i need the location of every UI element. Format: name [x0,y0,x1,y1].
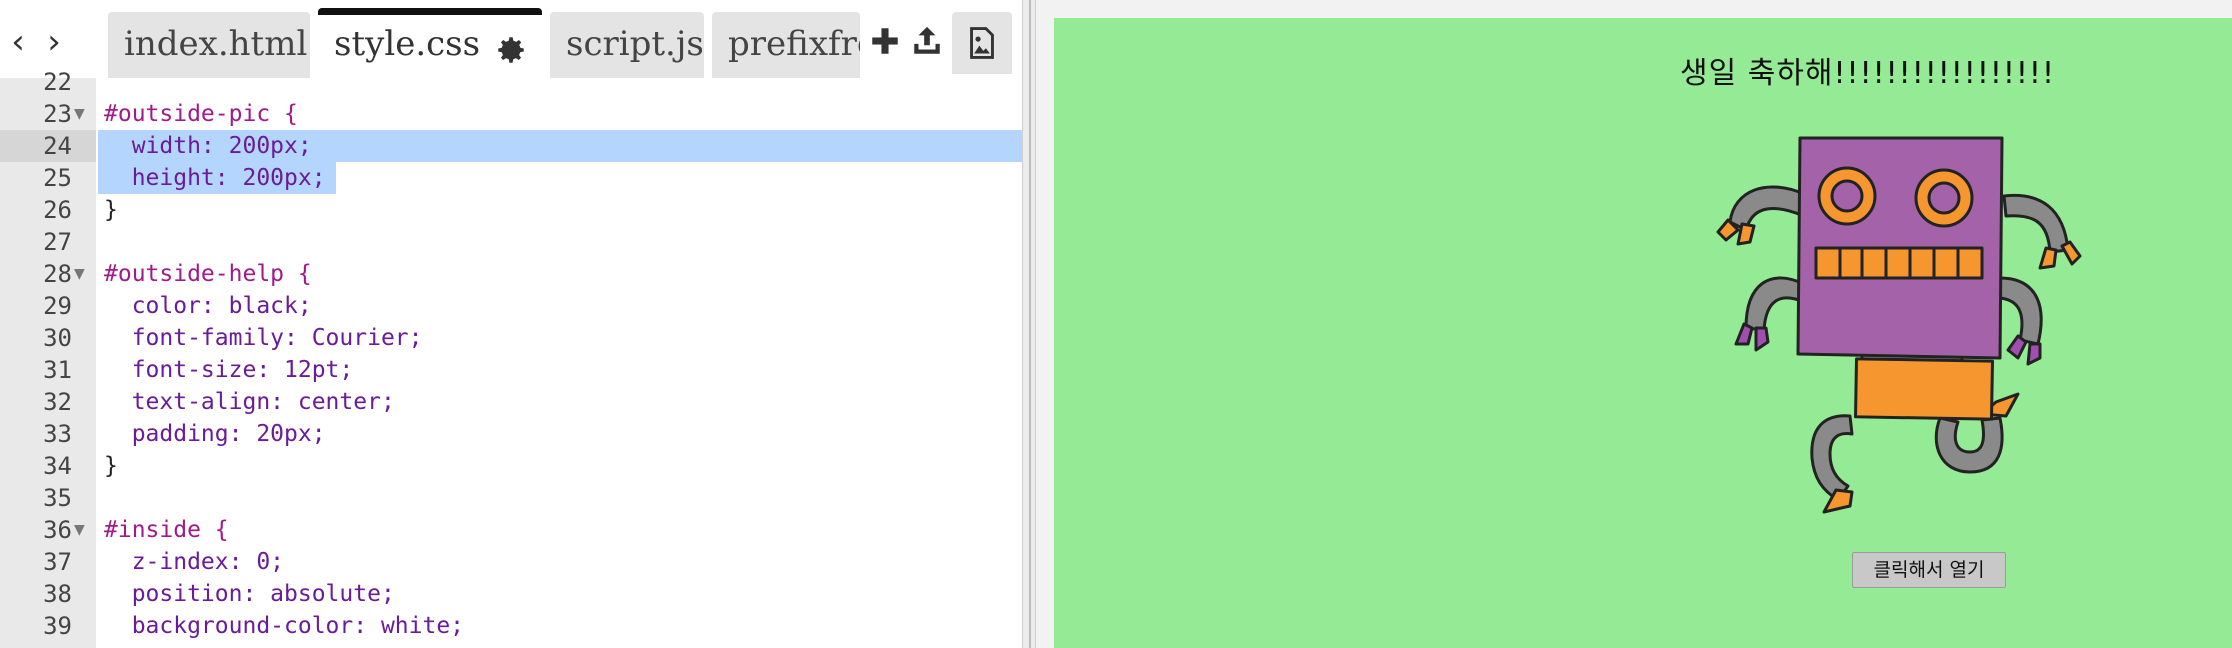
code-text: #outside-pic { [104,101,298,127]
code-line-selected[interactable]: 25 height: 200px; [0,162,1022,194]
code-text: } [104,197,118,223]
code-text: } [104,453,118,479]
robot-image [1716,136,2082,514]
back-arrow-icon[interactable]: ‹ [4,22,32,62]
fold-arrow-icon[interactable]: ▼ [74,514,85,546]
line-number: 34 [43,452,72,480]
code-text: #inside { [104,517,229,543]
code-line[interactable]: 31 font-size: 12pt; [0,354,1022,386]
code-text: position: absolute; [104,581,395,607]
line-number: 35 [43,484,72,512]
line-number: 39 [43,612,72,640]
code-text: #outside-help { [104,261,312,287]
code-line[interactable]: 27 [0,226,1022,258]
fold-arrow-icon[interactable]: ▼ [74,258,85,290]
code-text: padding: 20px; [104,421,326,447]
line-number: 38 [43,580,72,608]
gear-icon[interactable] [494,33,528,67]
tab-label: style.css [334,24,481,64]
fold-arrow-icon[interactable]: ▼ [74,98,85,130]
line-number: 28 [43,260,72,288]
line-number: 36 [43,516,72,544]
preview-frame: 생일 축하해!!!!!!!!!!!!!!!!! 클릭해서 열기 [1054,18,2232,648]
tab-label: index.html [124,24,308,64]
line-number: 27 [43,228,72,256]
forward-arrow-icon[interactable]: › [40,22,68,62]
line-number: 30 [43,324,72,352]
line-number: 29 [43,292,72,320]
code-editor[interactable]: 22 23 ▼ #outside-pic { 24 width: 200px; … [0,68,1022,648]
line-number: 33 [43,420,72,448]
code-line[interactable]: 30 font-family: Courier; [0,322,1022,354]
tab-label: script.js [566,24,704,64]
code-text: background-color: white; [104,613,465,639]
code-text: height: 200px; [104,165,326,191]
code-text: font-size: 12pt; [104,357,354,383]
line-number: 25 [43,164,72,192]
line-number: 31 [43,356,72,384]
code-text: z-index: 0; [104,549,285,575]
image-button[interactable] [952,12,1012,74]
code-line[interactable]: 39 background-color: white; [0,610,1022,642]
birthday-heading: 생일 축하해!!!!!!!!!!!!!!!!! [1680,56,2055,91]
code-line[interactable]: 35 [0,482,1022,514]
code-line[interactable]: 26 } [0,194,1022,226]
line-number: 24 [43,132,72,160]
code-text: color: black; [104,293,312,319]
tab-label: prefixfree [728,24,860,64]
code-line[interactable]: 28 ▼ #outside-help { [0,258,1022,290]
click-to-open-button[interactable]: 클릭해서 열기 [1852,552,2006,588]
line-number: 37 [43,548,72,576]
code-line[interactable]: 32 text-align: center; [0,386,1022,418]
code-line-selected[interactable]: 24 width: 200px; [0,130,1022,162]
upload-icon[interactable] [910,22,944,60]
code-text: text-align: center; [104,389,395,415]
editor-pane: ‹ › index.html style.css script.js prefi… [0,0,1022,648]
line-number: 32 [43,388,72,416]
code-line[interactable]: 33 padding: 20px; [0,418,1022,450]
code-line[interactable]: 38 position: absolute; [0,578,1022,610]
code-line[interactable]: 37 z-index: 0; [0,546,1022,578]
splitter-grip [1029,0,1031,648]
code-line[interactable]: 22 [0,66,1022,98]
preview-pane: 생일 축하해!!!!!!!!!!!!!!!!! 클릭해서 열기 [1036,0,2232,648]
line-number: 26 [43,196,72,224]
code-line[interactable]: 34 } [0,450,1022,482]
code-line[interactable]: 36 ▼ #inside { [0,514,1022,546]
code-text: font-family: Courier; [104,325,423,351]
line-number: 23 [43,100,72,128]
pane-splitter[interactable] [1022,0,1036,648]
line-number: 22 [43,68,72,96]
plus-icon[interactable] [868,22,902,60]
code-line[interactable]: 23 ▼ #outside-pic { [0,98,1022,130]
code-line[interactable]: 29 color: black; [0,290,1022,322]
code-text: width: 200px; [104,133,312,159]
image-icon [970,27,994,59]
